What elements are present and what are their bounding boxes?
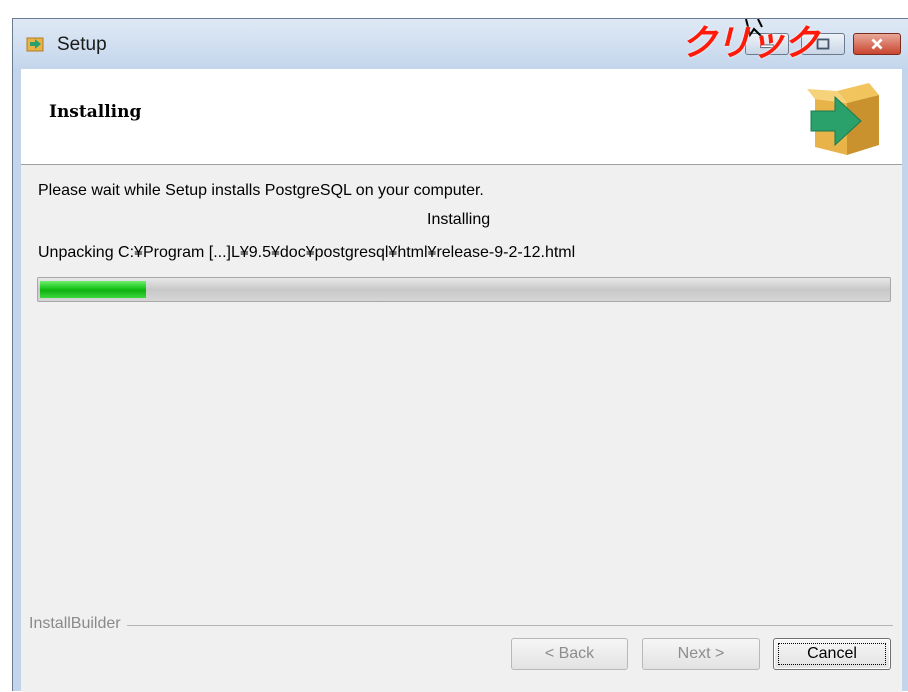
progress-bar-fill bbox=[40, 281, 146, 298]
click-annotation: クリック bbox=[681, 23, 819, 64]
current-file-label: Unpacking C:¥Program [...]L¥9.5¥doc¥post… bbox=[38, 244, 576, 261]
install-status: Installing bbox=[427, 211, 491, 228]
cancel-button-label: Cancel bbox=[807, 645, 857, 662]
close-icon bbox=[871, 38, 883, 50]
install-message: Please wait while Setup installs Postgre… bbox=[38, 182, 484, 199]
footer-divider bbox=[29, 625, 893, 626]
installbuilder-label: InstallBuilder bbox=[29, 615, 127, 633]
installer-box-arrow-icon bbox=[807, 83, 879, 155]
setup-window: Setup クリック Installing Please wait while … bbox=[12, 18, 908, 692]
page-title: Installing bbox=[49, 102, 142, 122]
progress-bar bbox=[37, 277, 891, 302]
header-band: Installing bbox=[21, 69, 902, 165]
back-button[interactable]: < Back bbox=[511, 638, 628, 670]
window-title: Setup bbox=[57, 34, 107, 55]
cancel-button[interactable]: Cancel bbox=[773, 638, 891, 670]
setup-arrow-icon bbox=[26, 37, 44, 52]
close-button[interactable] bbox=[853, 33, 901, 55]
next-button[interactable]: Next > bbox=[642, 638, 760, 670]
client-area: Installing Please wait while Setup insta… bbox=[21, 69, 902, 692]
